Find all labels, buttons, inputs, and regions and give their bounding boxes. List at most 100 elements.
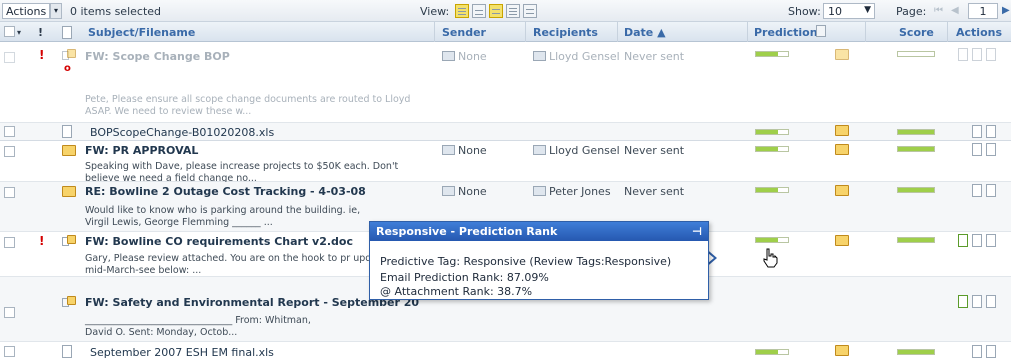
pin-icon[interactable]: ⊣ xyxy=(692,225,702,238)
row-subject[interactable]: FW: PR APPROVAL xyxy=(85,144,198,157)
row-recipient: Peter Jones xyxy=(533,185,611,198)
prediction-icon[interactable] xyxy=(835,125,849,136)
column-subject[interactable]: Subject/Filename xyxy=(88,26,195,39)
select-all-checkbox[interactable] xyxy=(4,26,15,37)
tag-icon xyxy=(533,186,546,196)
view-doc-icon[interactable] xyxy=(986,48,996,61)
row-recipient-text: Lloyd Gensel xyxy=(549,144,620,157)
table-row[interactable]: BOPScopeChange-B01020208.xls xyxy=(0,123,1011,141)
popup-attachment-rank: @ Attachment Rank: 38.7% xyxy=(380,285,532,298)
view-doc-icon[interactable] xyxy=(972,295,982,308)
actions-dropdown[interactable]: Actions xyxy=(2,3,51,19)
table-row[interactable]: September 2007 ESH EM final.xls xyxy=(0,342,1011,362)
view-mode-icon[interactable] xyxy=(523,4,537,18)
prediction-bar[interactable] xyxy=(755,129,789,135)
row-snippet: Pete, Please ensure all scope change doc… xyxy=(85,94,411,117)
column-prediction[interactable]: Prediction xyxy=(754,26,818,39)
row-checkbox[interactable] xyxy=(4,307,15,318)
view-doc-icon[interactable] xyxy=(972,345,982,358)
column-header: ▾ ! Subject/Filename Sender Recipients D… xyxy=(0,22,1011,42)
document-icon[interactable] xyxy=(62,26,72,39)
page-input[interactable]: 1 xyxy=(968,3,998,19)
view-doc-icon[interactable] xyxy=(986,143,996,156)
view-mode-icon[interactable] xyxy=(489,4,503,18)
row-snippet: Would like to know who is parking around… xyxy=(85,205,361,228)
prediction-icon[interactable] xyxy=(835,235,849,246)
view-doc-icon[interactable] xyxy=(972,234,982,247)
column-menu-icon[interactable] xyxy=(816,25,826,37)
row-sender: None xyxy=(442,185,487,198)
row-subject[interactable]: FW: Bowline CO requirements Chart v2.doc xyxy=(85,235,353,248)
show-label: Show: xyxy=(788,5,821,18)
table-row[interactable]: ! o FW: Scope Change BOP Pete, Please en… xyxy=(0,43,1011,123)
view-mode-icon[interactable] xyxy=(455,4,469,18)
view-doc-icon[interactable] xyxy=(958,295,968,308)
row-snippet-line-1: _______________________________ From: Wh… xyxy=(85,315,311,326)
show-count-select[interactable]: 10 ▼ xyxy=(823,3,875,19)
view-doc-icon[interactable] xyxy=(972,184,982,197)
score-bar xyxy=(897,187,935,193)
toolbar: Actions ▾ 0 items selected View: Show: 1… xyxy=(0,0,1011,22)
column-date[interactable]: Date ▲ xyxy=(624,26,666,39)
prediction-bar[interactable] xyxy=(755,349,789,355)
popup-attachment-rank-text: Attachment Rank: 38.7% xyxy=(394,285,533,298)
page-nav-icon[interactable]: ◀ xyxy=(951,5,959,16)
view-doc-icon[interactable] xyxy=(986,345,996,358)
column-score[interactable]: Score xyxy=(899,26,934,39)
row-checkbox[interactable] xyxy=(4,126,15,137)
table-row[interactable]: FW: PR APPROVAL Speaking with Dave, plea… xyxy=(0,141,1011,184)
column-actions: Actions xyxy=(956,26,1002,39)
column-recipients[interactable]: Recipients xyxy=(533,26,598,39)
prediction-bar[interactable] xyxy=(755,51,789,57)
hand-cursor-icon xyxy=(763,248,778,268)
view-doc-icon[interactable] xyxy=(958,48,968,61)
row-subject[interactable]: FW: Scope Change BOP xyxy=(85,50,230,63)
view-mode-icon[interactable] xyxy=(506,4,520,18)
column-sender[interactable]: Sender xyxy=(442,26,486,39)
view-doc-icon[interactable] xyxy=(972,143,982,156)
tag-icon xyxy=(442,186,455,196)
score-bar xyxy=(897,146,935,152)
importance-flag-icon: ! xyxy=(39,234,45,248)
row-subject[interactable]: RE: Bowline 2 Outage Cost Tracking - 4-0… xyxy=(85,185,366,198)
view-doc-icon[interactable] xyxy=(972,48,982,61)
row-checkbox[interactable] xyxy=(4,146,15,157)
row-checkbox[interactable] xyxy=(4,187,15,198)
view-label: View: xyxy=(420,5,450,18)
view-doc-icon[interactable] xyxy=(972,125,982,138)
score-bar xyxy=(897,237,935,243)
thread-icon xyxy=(62,296,76,309)
view-doc-icon[interactable] xyxy=(986,295,996,308)
view-doc-icon[interactable] xyxy=(986,184,996,197)
row-sender-text: None xyxy=(458,50,487,63)
page-nav-icon[interactable]: ⏮ xyxy=(934,5,943,16)
prediction-icon[interactable] xyxy=(835,185,849,196)
view-doc-icon[interactable] xyxy=(986,125,996,138)
view-doc-icon[interactable] xyxy=(958,234,968,247)
show-value: 10 xyxy=(828,5,842,18)
prediction-icon[interactable] xyxy=(835,49,849,60)
row-checkbox[interactable] xyxy=(4,346,15,357)
document-icon xyxy=(62,125,72,138)
tag-icon xyxy=(442,145,455,155)
prediction-icon[interactable] xyxy=(835,345,849,356)
prediction-bar[interactable] xyxy=(755,237,789,243)
thread-icon xyxy=(62,235,76,248)
page-nav-icon[interactable]: ▶ xyxy=(1002,5,1010,16)
importance-flag-icon: ! xyxy=(39,48,45,62)
row-checkbox[interactable] xyxy=(4,237,15,248)
tag-icon xyxy=(533,51,546,61)
prediction-icon[interactable] xyxy=(835,144,849,155)
row-sender: None xyxy=(442,50,487,63)
row-sender-text: None xyxy=(458,185,487,198)
attachment-filename[interactable]: September 2007 ESH EM final.xls xyxy=(90,346,274,359)
row-checkbox[interactable] xyxy=(4,52,15,63)
view-doc-icon[interactable] xyxy=(986,234,996,247)
prediction-bar[interactable] xyxy=(755,146,789,152)
select-menu-icon[interactable]: ▾ xyxy=(17,28,21,37)
view-mode-icon[interactable] xyxy=(472,4,486,18)
dropdown-arrow-icon[interactable]: ▾ xyxy=(50,3,62,19)
prediction-bar[interactable] xyxy=(755,187,789,193)
attachment-filename[interactable]: BOPScopeChange-B01020208.xls xyxy=(90,126,274,139)
importance-icon[interactable]: ! xyxy=(38,26,43,39)
